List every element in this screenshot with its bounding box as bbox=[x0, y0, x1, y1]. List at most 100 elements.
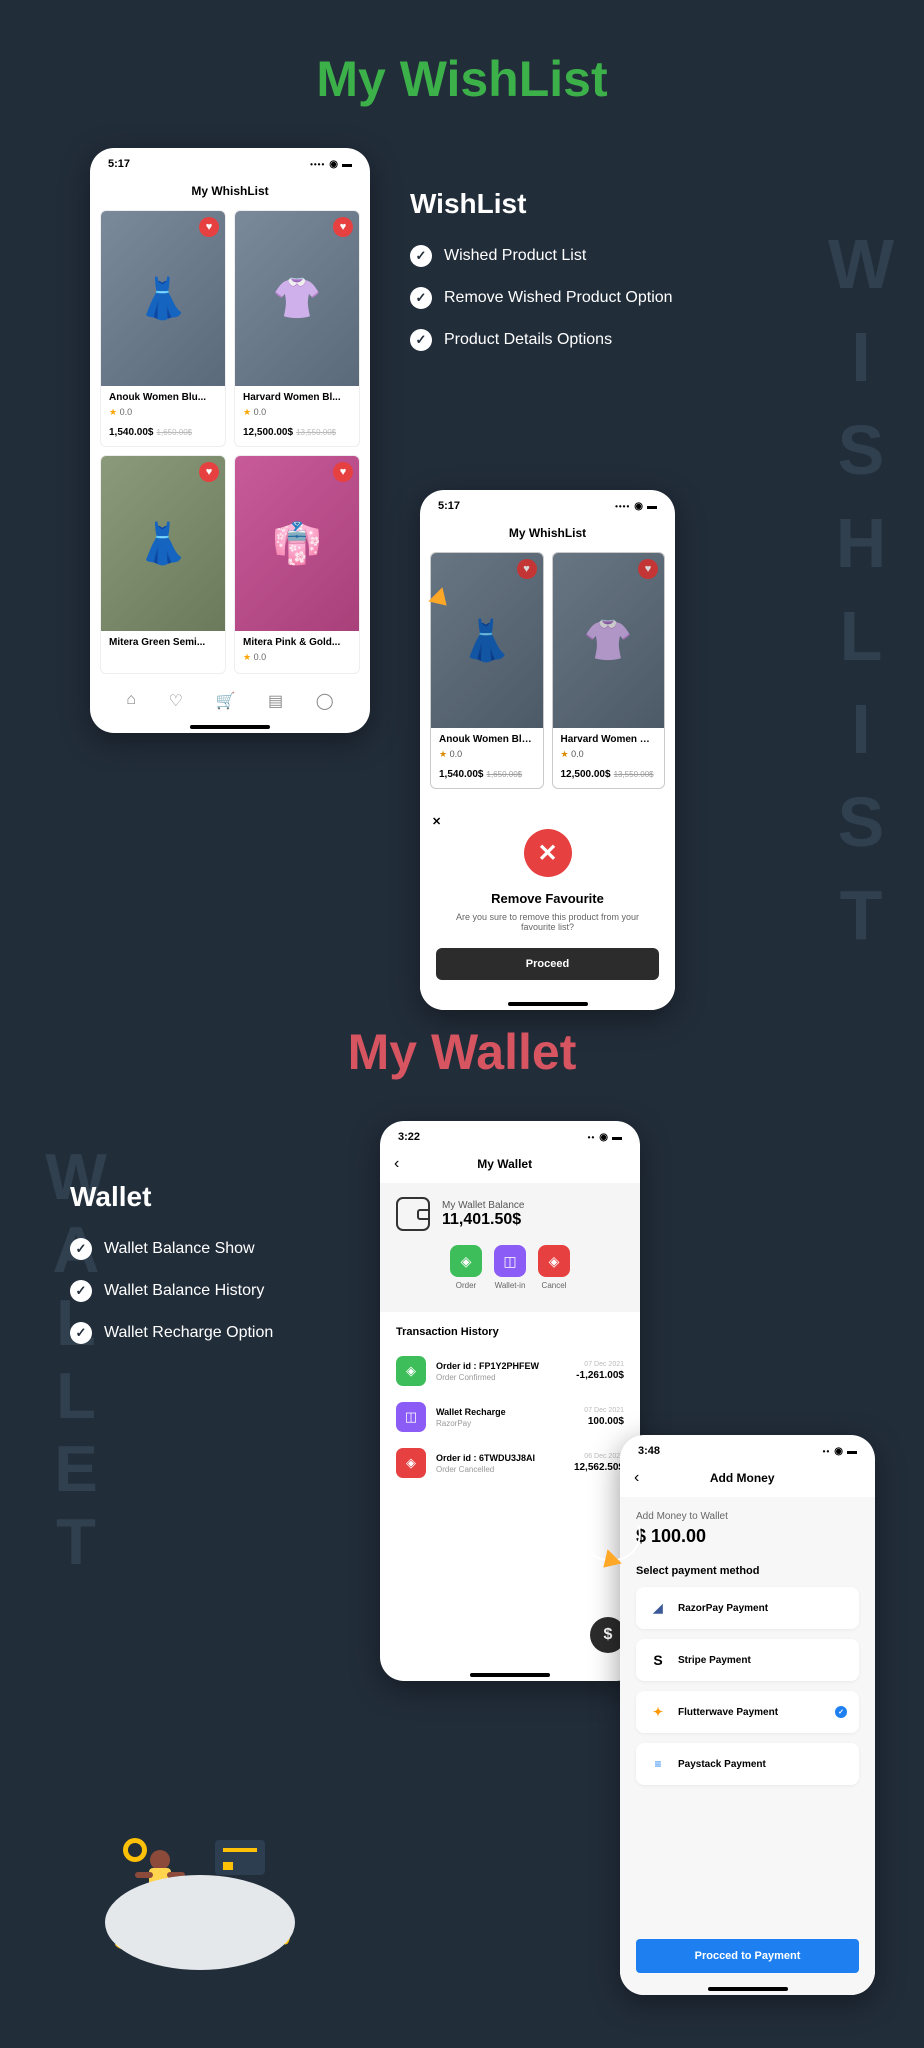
product-card[interactable]: 👘♥ Mitera Pink & Gold... ★ 0.0 bbox=[234, 455, 360, 674]
check-icon: ✓ bbox=[410, 329, 432, 351]
product-name: Anouk Women Blu... bbox=[109, 392, 217, 403]
payment-option-flutterwave[interactable]: ✦Flutterwave Payment✓ bbox=[636, 1691, 859, 1733]
cancel-icon: ◈ bbox=[538, 1245, 570, 1277]
heart-icon[interactable]: ♥ bbox=[199, 462, 219, 482]
feature-item: ✓Wished Product List bbox=[410, 245, 834, 267]
cart-icon[interactable]: 🛒 bbox=[216, 691, 236, 711]
product-rating: ★ 0.0 bbox=[561, 749, 657, 760]
product-rating: ★ 0.0 bbox=[243, 407, 351, 418]
product-card: 👚♥ Harvard Women Bl... ★ 0.0 12,500.00$1… bbox=[552, 552, 666, 789]
wallet-icon: ◫ bbox=[396, 1402, 426, 1432]
status-bar: 5:17 •••• ◉ ▬ bbox=[90, 148, 370, 176]
phone-mockup-remove-modal: 5:17 •••• ◉ ▬ My WhishList 👗♥ Anouk Wome… bbox=[420, 490, 675, 1010]
trans-amount: 12,562.50$ bbox=[574, 1462, 624, 1473]
trans-date: 07 Dec 2021 bbox=[584, 1407, 624, 1414]
home-indicator bbox=[190, 725, 270, 729]
status-time: 5:17 bbox=[108, 158, 130, 170]
select-payment-heading: Select payment method bbox=[636, 1565, 859, 1577]
feature-item: ✓Wallet Balance History bbox=[70, 1280, 350, 1302]
product-image: 👗♥ bbox=[101, 456, 225, 631]
balance-value: 11,401.50$ bbox=[442, 1211, 524, 1229]
product-grid: 👗♥ Anouk Women Blu... ★ 0.0 1,540.00$1,6… bbox=[90, 210, 370, 674]
feature-heading: Wallet bbox=[70, 1181, 350, 1213]
profile-icon[interactable]: ◯ bbox=[316, 691, 334, 711]
balance-label: My Wallet Balance bbox=[442, 1200, 524, 1211]
product-name: Harvard Women Bl... bbox=[561, 734, 657, 745]
wallet-balance-card: My Wallet Balance 11,401.50$ ◈Order ◫Wal… bbox=[380, 1183, 640, 1312]
product-card[interactable]: 👚♥ Harvard Women Bl... ★ 0.0 12,500.00$1… bbox=[234, 210, 360, 447]
product-name: Mitera Pink & Gold... bbox=[243, 637, 351, 648]
proceed-payment-button[interactable]: Procced to Payment bbox=[636, 1939, 859, 1973]
product-rating: ★ 0.0 bbox=[109, 407, 217, 418]
transaction-row[interactable]: ◈ Order id : 6TWDU3J8AI Order Cancelled 0… bbox=[380, 1440, 640, 1486]
trans-id: Wallet Recharge bbox=[436, 1407, 574, 1417]
action-order[interactable]: ◈Order bbox=[450, 1245, 482, 1290]
payment-option-paystack[interactable]: ≡Paystack Payment bbox=[636, 1743, 859, 1785]
product-price: 1,540.00$ bbox=[109, 427, 154, 438]
action-cancel[interactable]: ◈Cancel bbox=[538, 1245, 570, 1290]
phone-mockup-wallet: 3:22 •• ◉ ▬ ‹ My Wallet My Wallet Balanc… bbox=[380, 1121, 640, 1681]
product-price: 12,500.00$ bbox=[243, 427, 293, 438]
trans-status: Order Confirmed bbox=[436, 1373, 566, 1382]
heart-icon[interactable]: ♥ bbox=[333, 462, 353, 482]
product-card[interactable]: 👗♥ Anouk Women Blu... ★ 0.0 1,540.00$1,6… bbox=[100, 210, 226, 447]
stripe-icon: S bbox=[650, 1652, 666, 1668]
cube-icon: ◈ bbox=[396, 1448, 426, 1478]
product-card[interactable]: 👗♥ Mitera Green Semi... bbox=[100, 455, 226, 674]
trans-status: RazorPay bbox=[436, 1419, 574, 1428]
trans-amount: 100.00$ bbox=[584, 1416, 624, 1427]
product-image: 👚♥ bbox=[553, 553, 665, 728]
check-icon: ✓ bbox=[410, 245, 432, 267]
trans-id: Order id : 6TWDU3J8AI bbox=[436, 1453, 564, 1463]
selected-check-icon: ✓ bbox=[835, 1706, 847, 1718]
razorpay-icon: ◢ bbox=[650, 1600, 666, 1616]
heart-icon: ♥ bbox=[638, 559, 658, 579]
trans-date: 06 Dec 2021 bbox=[574, 1453, 624, 1460]
screen-title: My Wallet bbox=[407, 1157, 602, 1171]
add-money-amount: $ 100.00 bbox=[636, 1526, 859, 1547]
check-icon: ✓ bbox=[70, 1238, 92, 1260]
heart-icon: ♥ bbox=[517, 559, 537, 579]
status-bar: 5:17 •••• ◉ ▬ bbox=[420, 490, 675, 518]
paystack-icon: ≡ bbox=[650, 1756, 666, 1772]
heart-nav-icon[interactable]: ♡ bbox=[169, 691, 183, 711]
close-icon[interactable]: ✕ bbox=[432, 815, 441, 828]
back-icon[interactable]: ‹ bbox=[394, 1155, 399, 1173]
product-name: Anouk Women Blu... bbox=[439, 734, 535, 745]
trans-status: Order Cancelled bbox=[436, 1465, 564, 1474]
status-icons: •• ◉ ▬ bbox=[823, 1445, 857, 1457]
check-icon: ✓ bbox=[70, 1322, 92, 1344]
back-icon[interactable]: ‹ bbox=[634, 1469, 639, 1487]
transaction-row[interactable]: ◈ Order id : FP1Y2PHFEWOrder Confirmed 0… bbox=[380, 1348, 640, 1394]
screen-title: My WhishList bbox=[420, 518, 675, 552]
screen-title: My WhishList bbox=[90, 176, 370, 210]
trans-id: Order id : FP1Y2PHFEW bbox=[436, 1361, 566, 1371]
home-icon[interactable]: ⌂ bbox=[126, 691, 136, 711]
action-wallet-in[interactable]: ◫Wallet-in bbox=[494, 1245, 526, 1290]
product-image: 👚♥ bbox=[235, 211, 359, 386]
product-image: 👗♥ bbox=[431, 553, 543, 728]
product-grid: 👗♥ Anouk Women Blu... ★ 0.0 1,540.00$1,6… bbox=[420, 552, 675, 789]
product-price: 12,500.00$ bbox=[561, 769, 611, 780]
heart-icon[interactable]: ♥ bbox=[199, 217, 219, 237]
product-rating: ★ 0.0 bbox=[439, 749, 535, 760]
feature-item: ✓Product Details Options bbox=[410, 329, 834, 351]
product-oldprice: 13,550.00$ bbox=[296, 428, 336, 437]
payment-option-razorpay[interactable]: ◢RazorPay Payment bbox=[636, 1587, 859, 1629]
trans-amount: -1,261.00$ bbox=[576, 1370, 624, 1381]
phone-mockup-wishlist: 5:17 •••• ◉ ▬ My WhishList 👗♥ Anouk Wome… bbox=[90, 148, 370, 733]
modal-title: Remove Favourite bbox=[436, 891, 659, 906]
heart-icon[interactable]: ♥ bbox=[333, 217, 353, 237]
payment-option-stripe[interactable]: SStripe Payment bbox=[636, 1639, 859, 1681]
product-name: Mitera Green Semi... bbox=[109, 637, 217, 648]
orders-icon[interactable]: ▤ bbox=[268, 691, 283, 711]
transaction-row[interactable]: ◫ Wallet Recharge RazorPay 07 Dec 2021 100… bbox=[380, 1394, 640, 1440]
feature-item: ✓Wallet Recharge Option bbox=[70, 1322, 350, 1344]
status-time: 3:48 bbox=[638, 1445, 660, 1457]
status-bar: 3:48 •• ◉ ▬ bbox=[620, 1435, 875, 1463]
status-bar: 3:22 •• ◉ ▬ bbox=[380, 1121, 640, 1149]
check-icon: ✓ bbox=[70, 1280, 92, 1302]
modal-x-icon: ✕ bbox=[524, 829, 572, 877]
bg-text-wishlist: WISHLIST bbox=[822, 225, 899, 969]
add-money-header: ‹ Add Money bbox=[620, 1463, 875, 1497]
